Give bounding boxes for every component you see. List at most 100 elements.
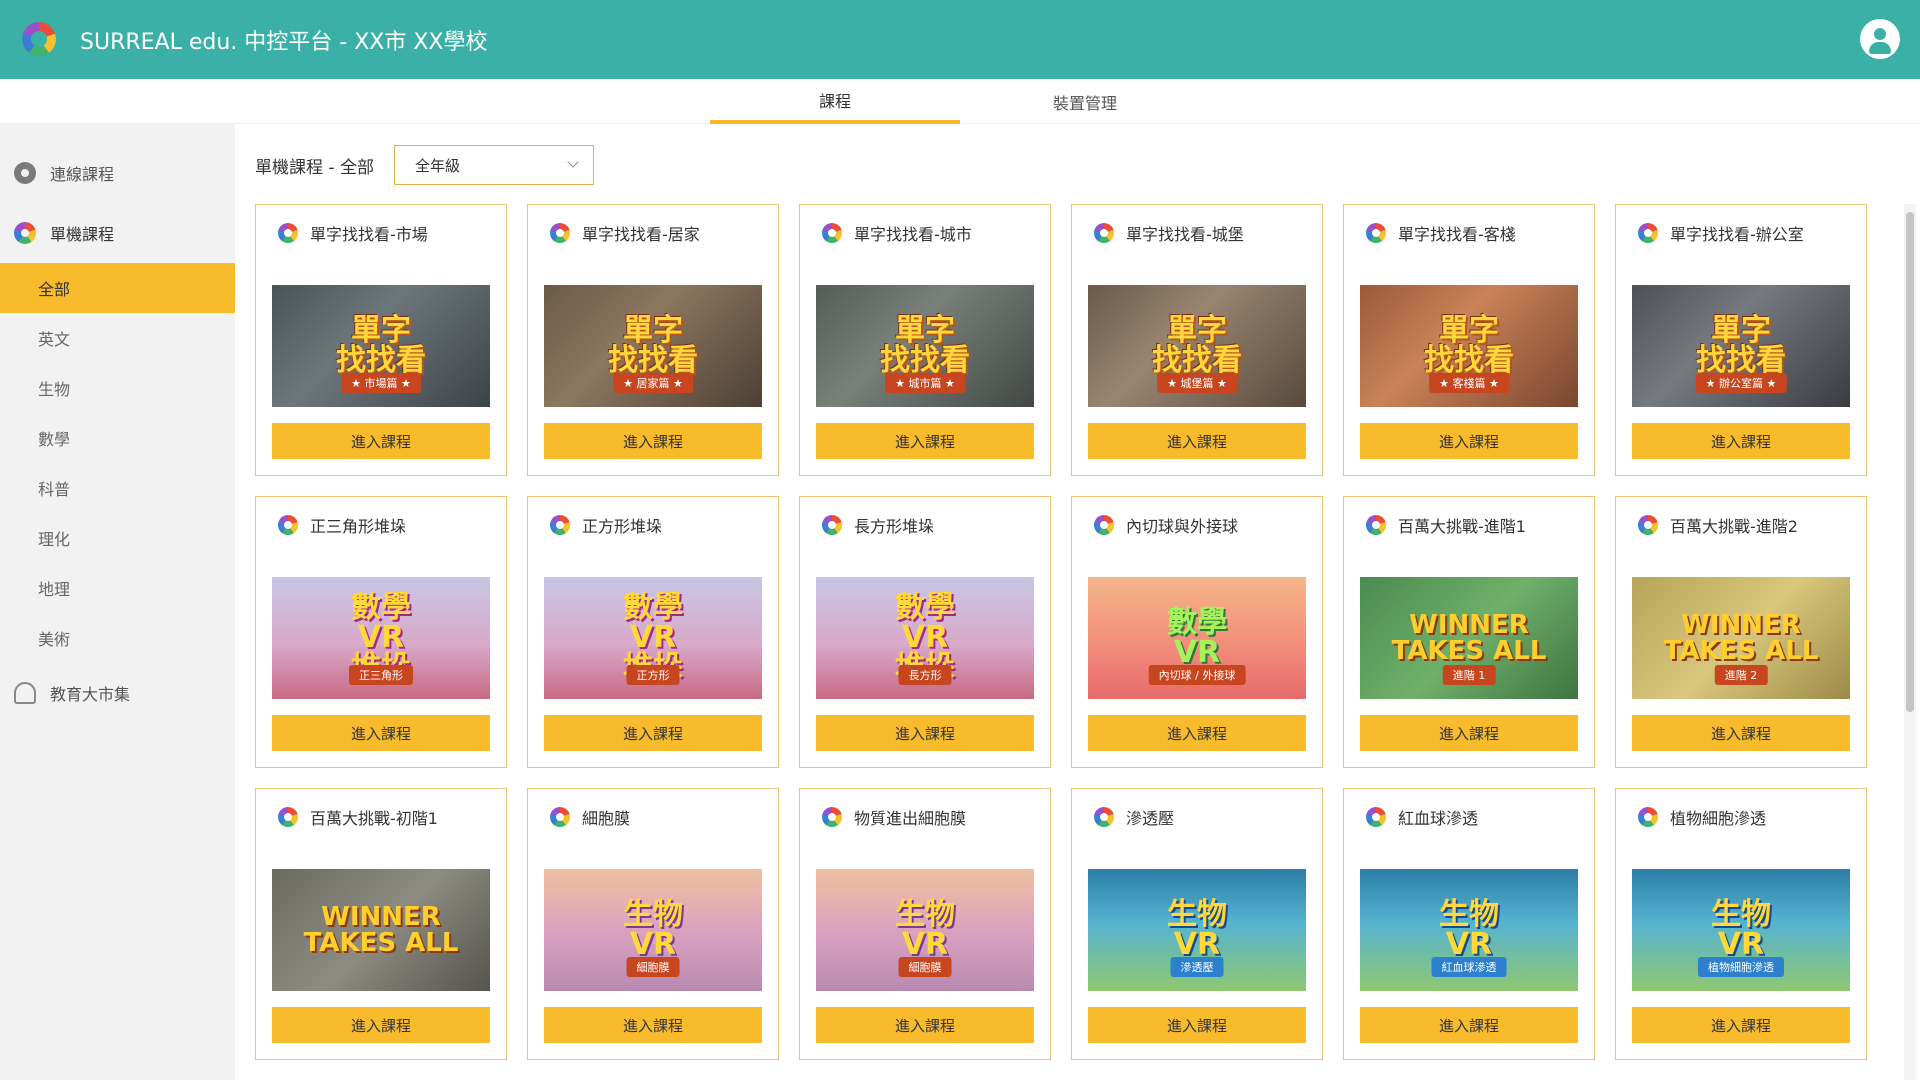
enter-course-button[interactable]: 進入課程: [1088, 423, 1306, 459]
course-card: 單字找找看-居家單字 找找看 ★ 居家篇 ★ 進入課程: [527, 204, 779, 476]
course-thumbnail[interactable]: 數學 VR 堆垛正三角形: [272, 577, 490, 699]
course-thumbnail[interactable]: 生物 VR 植物細胞滲透: [1632, 869, 1850, 991]
course-card-header: 百萬大挑戰-初階1: [278, 805, 496, 829]
sidebar-item-art[interactable]: 美術: [0, 613, 235, 663]
surreal-logo-icon: [550, 515, 570, 535]
enter-course-button[interactable]: 進入課程: [272, 715, 490, 751]
course-card: 內切球與外接球數學 VR 內切球 / 外接球進入課程: [1071, 496, 1323, 768]
thumbnail-title: 數學 VR: [1167, 605, 1227, 670]
course-card: 物質進出細胞膜 生物 VR 細胞膜 進入課程: [799, 788, 1051, 1060]
thumbnail-subtitle: ★ 居家篇 ★: [613, 373, 693, 393]
thumbnail-subtitle: ★ 客棧篇 ★: [1429, 373, 1509, 393]
enter-course-button[interactable]: 進入課程: [816, 423, 1034, 459]
marketplace-icon: [14, 682, 36, 704]
enter-course-button[interactable]: 進入課程: [1360, 715, 1578, 751]
course-thumbnail[interactable]: 單字 找找看 ★ 市場篇 ★: [272, 285, 490, 407]
enter-course-button[interactable]: 進入課程: [816, 1007, 1034, 1043]
course-thumbnail[interactable]: 生物 VR 滲透壓: [1088, 869, 1306, 991]
sidebar-item-all[interactable]: 全部: [0, 263, 235, 313]
enter-course-button[interactable]: 進入課程: [1632, 423, 1850, 459]
sidebar-item-math[interactable]: 數學: [0, 413, 235, 463]
surreal-logo-icon: [278, 807, 298, 827]
course-thumbnail[interactable]: 單字 找找看 ★ 居家篇 ★: [544, 285, 762, 407]
course-title: 長方形堆垛: [854, 517, 935, 536]
scrollbar[interactable]: [1904, 204, 1916, 1080]
course-title: 百萬大挑戰-進階1: [1398, 517, 1526, 536]
enter-course-button[interactable]: 進入課程: [1088, 715, 1306, 751]
course-thumbnail[interactable]: WINNER TAKES ALL 進階 1: [1360, 577, 1578, 699]
enter-course-button[interactable]: 進入課程: [544, 423, 762, 459]
avatar-head: [1874, 28, 1886, 40]
course-thumbnail[interactable]: 單字 找找看 ★ 辦公室篇 ★: [1632, 285, 1850, 407]
sidebar-item-english[interactable]: 英文: [0, 313, 235, 363]
enter-course-button[interactable]: 進入課程: [816, 715, 1034, 751]
sidebar-item-science[interactable]: 科普: [0, 463, 235, 513]
course-card-header: 細胞膜: [550, 805, 768, 829]
surreal-logo-icon: [1366, 515, 1386, 535]
sidebar-item-online-courses[interactable]: 連線課程: [0, 143, 235, 203]
surreal-logo-icon: [1366, 223, 1386, 243]
course-card-header: 長方形堆垛: [822, 513, 1040, 537]
enter-course-button[interactable]: 進入課程: [272, 1007, 490, 1043]
enter-course-button[interactable]: 進入課程: [1360, 423, 1578, 459]
thumbnail-title: 生物 VR: [1439, 897, 1499, 962]
course-card: 百萬大挑戰-進階2 WINNER TAKES ALL 進階 2 進入課程: [1615, 496, 1867, 768]
enter-course-button[interactable]: 進入課程: [272, 423, 490, 459]
course-card: 正方形堆垛數學 VR 堆垛正方形進入課程: [527, 496, 779, 768]
course-title: 百萬大挑戰-初階1: [310, 809, 438, 828]
thumbnail-subtitle: ★ 辦公室篇 ★: [1695, 373, 1787, 393]
course-card: 單字找找看-市場單字 找找看 ★ 市場篇 ★ 進入課程: [255, 204, 507, 476]
thumbnail-title: WINNER TAKES ALL: [1391, 610, 1547, 666]
course-card-header: 內切球與外接球: [1094, 513, 1312, 537]
tab-device-management[interactable]: 裝置管理: [960, 79, 1210, 124]
user-avatar-icon[interactable]: [1860, 19, 1900, 59]
thumbnail-subtitle: 內切球 / 外接球: [1148, 665, 1246, 685]
thumbnail-subtitle: 細胞膜: [898, 957, 952, 977]
sidebar-item-standalone-courses[interactable]: 單機課程: [0, 203, 235, 263]
thumbnail-subtitle: ★ 城堡篇 ★: [1157, 373, 1237, 393]
thumbnail-subtitle: 紅血球滲透: [1431, 957, 1507, 977]
surreal-logo-icon: [1366, 807, 1386, 827]
enter-course-button[interactable]: 進入課程: [1632, 715, 1850, 751]
sidebar-item-marketplace[interactable]: 教育大市集: [0, 663, 235, 723]
course-card-header: 單字找找看-城市: [822, 221, 1040, 245]
thumbnail-subtitle: 進階 1: [1442, 665, 1496, 685]
course-thumbnail[interactable]: 數學 VR 堆垛長方形: [816, 577, 1034, 699]
sidebar-item-biology[interactable]: 生物: [0, 363, 235, 413]
sidebar-item-geography[interactable]: 地理: [0, 563, 235, 613]
tab-courses[interactable]: 課程: [710, 79, 960, 124]
grade-select[interactable]: 全年級: [393, 145, 594, 185]
enter-course-button[interactable]: 進入課程: [544, 1007, 762, 1043]
surreal-logo-icon: [822, 223, 842, 243]
course-title: 單字找找看-客棧: [1398, 225, 1516, 244]
surreal-logo-icon: [1094, 515, 1114, 535]
surreal-logo-icon: [1094, 807, 1114, 827]
enter-course-button[interactable]: 進入課程: [1360, 1007, 1578, 1043]
course-title: 單字找找看-居家: [582, 225, 700, 244]
enter-course-button[interactable]: 進入課程: [1088, 1007, 1306, 1043]
sidebar-item-physics-chemistry[interactable]: 理化: [0, 513, 235, 563]
thumbnail-subtitle: 進階 2: [1714, 665, 1768, 685]
surreal-logo-icon: [822, 515, 842, 535]
surreal-logo-icon: [1638, 807, 1658, 827]
course-thumbnail[interactable]: WINNER TAKES ALL: [272, 869, 490, 991]
enter-course-button[interactable]: 進入課程: [1632, 1007, 1850, 1043]
course-thumbnail[interactable]: 單字 找找看 ★ 城市篇 ★: [816, 285, 1034, 407]
course-thumbnail[interactable]: 數學 VR 堆垛正方形: [544, 577, 762, 699]
thumbnail-subtitle: ★ 城市篇 ★: [885, 373, 965, 393]
course-card: 細胞膜生物 VR 細胞膜進入課程: [527, 788, 779, 1060]
course-thumbnail[interactable]: 單字 找找看 ★ 客棧篇 ★: [1360, 285, 1578, 407]
course-thumbnail[interactable]: 生物 VR 細胞膜: [544, 869, 762, 991]
course-thumbnail[interactable]: 數學 VR 內切球 / 外接球: [1088, 577, 1306, 699]
course-thumbnail[interactable]: 單字 找找看 ★ 城堡篇 ★: [1088, 285, 1306, 407]
enter-course-button[interactable]: 進入課程: [544, 715, 762, 751]
surreal-logo-icon: [1638, 515, 1658, 535]
course-card-header: 單字找找看-居家: [550, 221, 768, 245]
course-title: 單字找找看-市場: [310, 225, 428, 244]
scrollbar-thumb[interactable]: [1906, 212, 1914, 712]
course-thumbnail[interactable]: 生物 VR 紅血球滲透: [1360, 869, 1578, 991]
course-thumbnail[interactable]: WINNER TAKES ALL 進階 2: [1632, 577, 1850, 699]
filter-label: 單機課程 - 全部: [255, 157, 374, 178]
course-thumbnail[interactable]: 生物 VR 細胞膜: [816, 869, 1034, 991]
course-card-header: 滲透壓: [1094, 805, 1312, 829]
